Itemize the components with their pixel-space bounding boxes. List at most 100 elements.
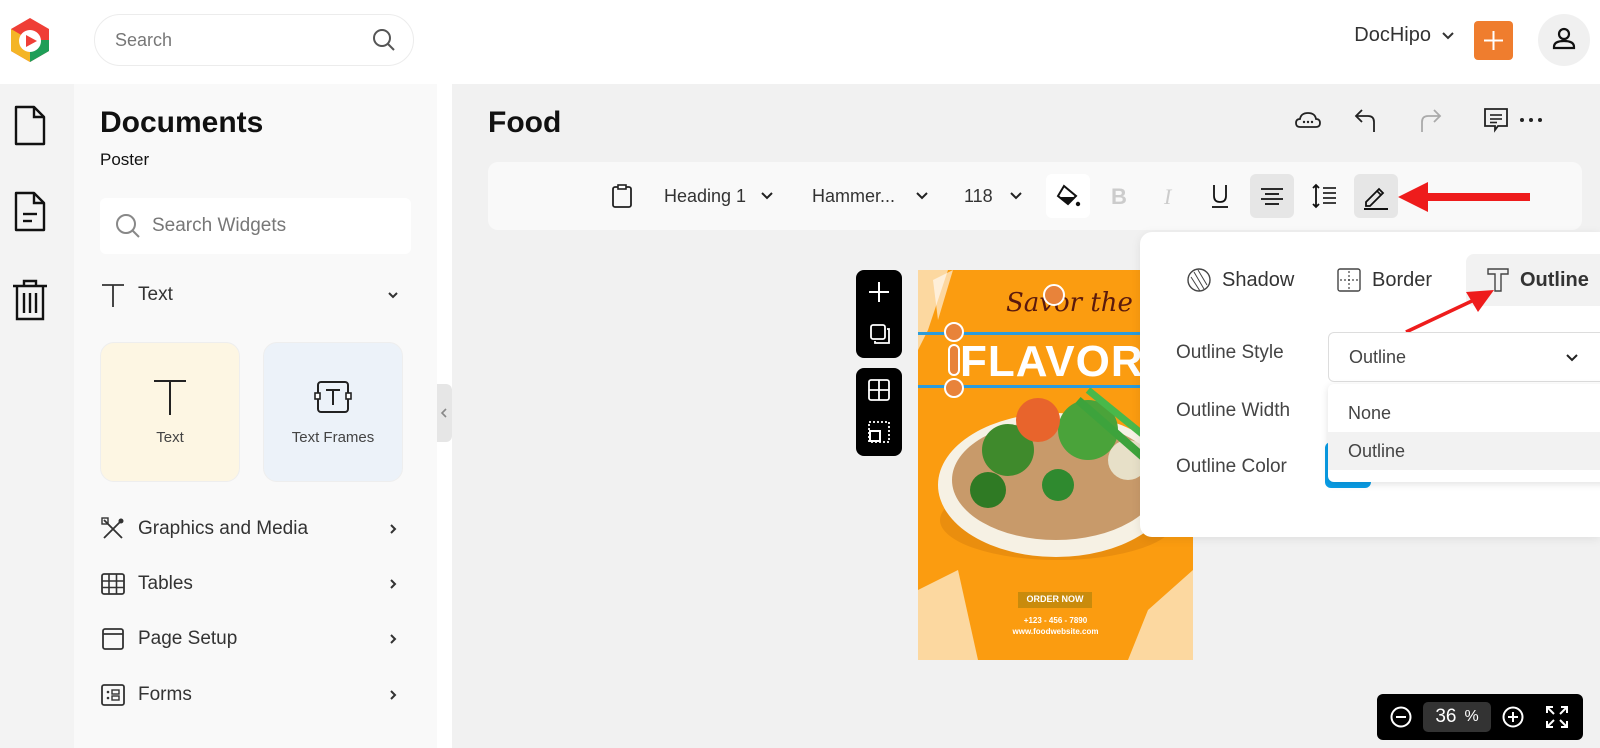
comment-icon[interactable]	[1482, 106, 1510, 134]
text-effects-button[interactable]	[1354, 174, 1398, 218]
chevron-down-icon	[1442, 31, 1454, 39]
workspace-switcher[interactable]: DocHipo	[1354, 24, 1455, 47]
zoom-level[interactable]: 36 %	[1423, 702, 1491, 732]
rail-documents[interactable]	[10, 104, 50, 152]
paint-bucket-icon	[1056, 184, 1081, 207]
cloud-sync-icon[interactable]	[1294, 106, 1322, 134]
more-options-icon[interactable]	[1516, 106, 1546, 134]
document-title[interactable]: Food	[488, 106, 561, 140]
clipboard-icon	[612, 184, 632, 208]
font-size-value: 118	[964, 185, 993, 206]
widget-card-text-frames[interactable]: Text Frames	[263, 342, 403, 482]
align-center-button[interactable]	[1250, 174, 1294, 218]
chevron-down-icon	[916, 192, 928, 200]
paste-style-button[interactable]	[610, 162, 634, 230]
chevron-left-icon	[440, 408, 447, 418]
text-color-button[interactable]	[1046, 174, 1090, 218]
collapse-panel-button[interactable]	[437, 384, 452, 442]
outline-style-label: Outline Style	[1176, 342, 1284, 363]
outline-style-select[interactable]: Outline	[1328, 332, 1600, 382]
text-icon	[102, 284, 124, 307]
text-frame-icon	[313, 379, 353, 420]
page-setup-icon	[102, 628, 124, 650]
section-tables[interactable]: Tables	[100, 569, 400, 599]
resize-handle-bottom[interactable]	[944, 378, 964, 398]
svg-text:I: I	[1163, 184, 1173, 209]
search-icon[interactable]	[371, 27, 397, 58]
panel-subtitle: Poster	[100, 150, 150, 169]
pencil-icon	[1364, 187, 1388, 210]
redo-icon[interactable]	[1416, 106, 1444, 134]
text-style-dropdown[interactable]: Heading 1	[664, 162, 774, 230]
text-style-value: Heading 1	[664, 185, 747, 206]
font-family-dropdown[interactable]: Hammer...	[812, 162, 929, 230]
top-bar: Search DocHipo	[0, 0, 1600, 84]
forms-icon	[101, 684, 125, 706]
widget-search-input[interactable]: Search Widgets	[100, 198, 411, 254]
poster-cta: ORDER NOW	[1026, 594, 1084, 604]
chevron-right-icon	[390, 690, 397, 700]
add-icon[interactable]	[867, 280, 891, 304]
outline-style-value: Outline	[1349, 347, 1407, 367]
section-forms[interactable]: Forms	[100, 680, 400, 710]
chevron-down-icon	[388, 292, 398, 299]
section-text[interactable]: Text	[100, 280, 400, 310]
zoom-value: 36	[1435, 706, 1457, 727]
grid-icon[interactable]	[867, 378, 891, 402]
dochipo-logo[interactable]	[7, 16, 53, 64]
resize-handle-top[interactable]	[944, 322, 964, 342]
text-effects-popover: Shadow Border Outline Outline Style Outl…	[1140, 232, 1600, 537]
rail-trash[interactable]	[10, 276, 50, 324]
poster-headline[interactable]: FLAVOR	[960, 337, 1144, 387]
option-outline[interactable]: Outline	[1328, 432, 1600, 470]
text-toolbar: Heading 1 Hammer... 118 B I	[488, 162, 1582, 230]
rail-templates[interactable]	[10, 190, 50, 238]
panel-title: Documents	[100, 106, 264, 139]
bold-button[interactable]: B	[1098, 174, 1142, 218]
search-icon	[114, 212, 142, 245]
font-size-dropdown[interactable]: 118	[964, 162, 1023, 230]
zoom-in-icon[interactable]	[1501, 705, 1525, 729]
left-rail	[0, 84, 74, 748]
chevron-right-icon	[390, 634, 397, 644]
font-family-value: Hammer...	[812, 185, 896, 206]
annotation-arrow	[1405, 290, 1494, 334]
select-area-icon[interactable]	[867, 420, 891, 444]
underline-button[interactable]	[1198, 174, 1242, 218]
widget-search-placeholder: Search Widgets	[152, 215, 287, 236]
search-placeholder: Search	[115, 30, 173, 50]
italic-icon: I	[1163, 184, 1173, 209]
border-icon	[1337, 268, 1361, 292]
create-new-button[interactable]	[1474, 21, 1513, 60]
widget-panel: Documents Poster Search Widgets Text Tex…	[74, 84, 437, 748]
tab-shadow[interactable]: Shadow	[1186, 254, 1294, 306]
underline-icon	[1212, 185, 1228, 208]
workspace-name: DocHipo	[1354, 24, 1431, 46]
option-none[interactable]: None	[1328, 394, 1600, 432]
undo-icon[interactable]	[1352, 106, 1380, 134]
global-search-input[interactable]: Search	[94, 14, 414, 66]
poster-script-text[interactable]: Savor the	[1006, 288, 1133, 318]
chevron-down-icon	[1009, 192, 1022, 200]
plus-icon	[1484, 31, 1503, 50]
card-label: Text Frames	[291, 429, 375, 446]
rotate-handle[interactable]	[1043, 284, 1065, 306]
resize-handle-side[interactable]	[948, 344, 960, 376]
italic-button[interactable]: I	[1148, 174, 1192, 218]
outline-style-options: None Outline	[1328, 384, 1600, 482]
fullscreen-icon[interactable]	[1545, 705, 1569, 729]
zoom-out-icon[interactable]	[1389, 705, 1413, 729]
section-page-setup[interactable]: Page Setup	[100, 624, 400, 654]
duplicate-icon[interactable]	[868, 322, 892, 346]
chevron-right-icon	[390, 579, 397, 589]
widget-card-text[interactable]: Text	[100, 342, 240, 482]
chevron-right-icon	[390, 524, 397, 534]
chevron-down-icon	[1566, 354, 1578, 362]
annotation-arrow	[1398, 182, 1530, 212]
section-graphics-and-media[interactable]: Graphics and Media	[100, 514, 400, 544]
document-icon	[14, 105, 46, 146]
user-avatar-button[interactable]	[1538, 14, 1590, 66]
align-center-icon	[1261, 188, 1283, 205]
line-spacing-button[interactable]	[1302, 174, 1346, 218]
section-label: Graphics and Media	[138, 518, 309, 539]
